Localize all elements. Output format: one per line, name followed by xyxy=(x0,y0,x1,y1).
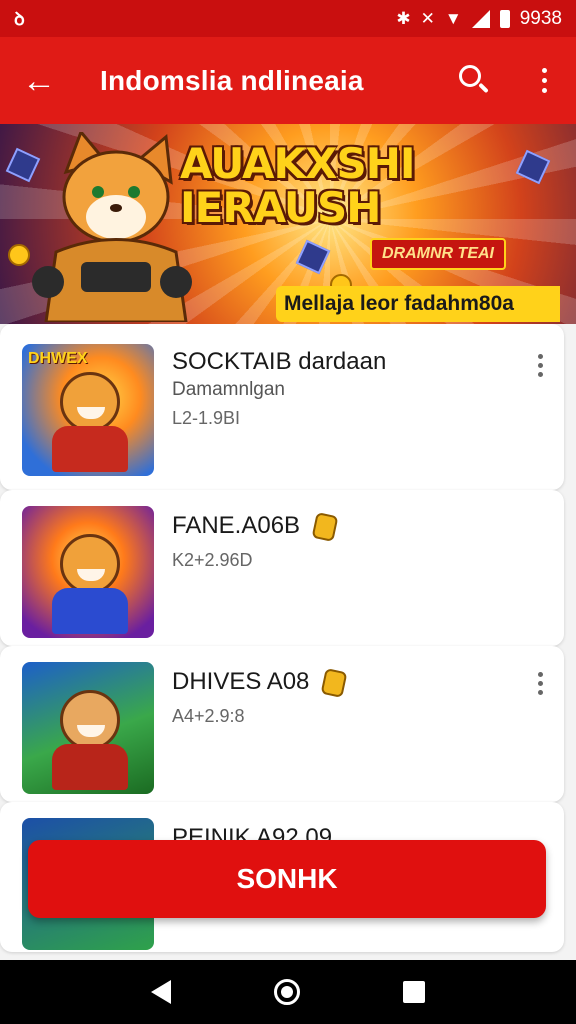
fox-mascot-image xyxy=(32,132,192,322)
banner-headline: AUAKXSHI IERAUSH xyxy=(180,142,450,230)
item-meta: L2-1.9BI xyxy=(172,408,241,428)
system-nav-bar xyxy=(0,960,576,1024)
promo-banner[interactable]: AUAKXSHI IERAUSH DRAMNR TEAI Mellaja leo… xyxy=(0,124,576,324)
item-meta: K2+2.96D xyxy=(172,550,253,570)
banner-badge: DRAMNR TEAI xyxy=(370,238,506,270)
critter-body xyxy=(52,426,128,472)
gold-badge-icon xyxy=(311,511,339,542)
more-vert-icon[interactable] xyxy=(524,68,564,93)
status-bar: ꝺ ✱ ✕ ▼ 9938 xyxy=(0,0,576,37)
thumbnail-label: DHWEX xyxy=(28,350,88,367)
wifi-icon: ▼ xyxy=(444,8,462,28)
critter-image xyxy=(60,534,120,594)
more-vert-icon[interactable] xyxy=(530,672,550,695)
status-icons: ✱ ✕ ▼ 9938 xyxy=(396,8,562,30)
item-subtitle: Damamnlgan xyxy=(172,379,285,400)
item-meta: A4+2.9:8 xyxy=(172,706,245,726)
banner-headline-line2: IERAUSH xyxy=(180,183,381,232)
critter-image xyxy=(60,372,120,432)
nav-back-icon[interactable] xyxy=(151,980,172,1004)
vibrate-icon: ✕ xyxy=(420,8,435,28)
app-bar-actions xyxy=(454,61,576,101)
gold-badge-icon xyxy=(320,667,348,698)
banner-headline-line1: AUAKXSHI xyxy=(180,139,415,188)
critter-body xyxy=(52,744,128,790)
item-name: FANE.A06B xyxy=(172,512,301,539)
game-thumbnail xyxy=(22,506,154,638)
nav-home-icon[interactable] xyxy=(273,979,300,1005)
app-bar: ← Indomslia ndlineaia xyxy=(0,37,576,124)
item-name: DHIVES A08 xyxy=(172,668,310,695)
game-thumbnail: DHWEX xyxy=(22,344,154,476)
search-icon[interactable] xyxy=(454,61,494,101)
item-name-row: DHIVES A08 xyxy=(172,667,348,698)
bluetooth-icon: ✱ xyxy=(396,8,411,28)
critter-image xyxy=(60,690,120,750)
list-item[interactable]: FANE.A06B K2+2.96D xyxy=(0,490,564,646)
nav-recents-icon[interactable] xyxy=(402,981,425,1003)
list-item[interactable]: DHWEX SOCKTAIB dardaan Damamnlgan L2-1.9… xyxy=(0,324,564,490)
primary-cta-button[interactable]: SONHK xyxy=(28,840,546,918)
item-name-row: FANE.A06B xyxy=(172,511,339,542)
game-thumbnail xyxy=(22,662,154,794)
battery-icon xyxy=(499,9,510,28)
page-title: Indomslia ndlineaia xyxy=(100,64,364,96)
critter-body xyxy=(52,588,128,634)
back-arrow-icon[interactable]: ← xyxy=(0,64,78,98)
status-time: 9938 xyxy=(519,7,562,29)
more-vert-icon[interactable] xyxy=(530,354,550,377)
list-item[interactable]: DHIVES A08 A4+2.9:8 xyxy=(0,646,564,802)
signal-icon xyxy=(471,9,490,28)
item-name: SOCKTAIB dardaan xyxy=(172,348,387,375)
banner-strip: Mellaja leor fadahm80a xyxy=(276,286,560,322)
status-app-icon: ꝺ xyxy=(14,8,25,29)
